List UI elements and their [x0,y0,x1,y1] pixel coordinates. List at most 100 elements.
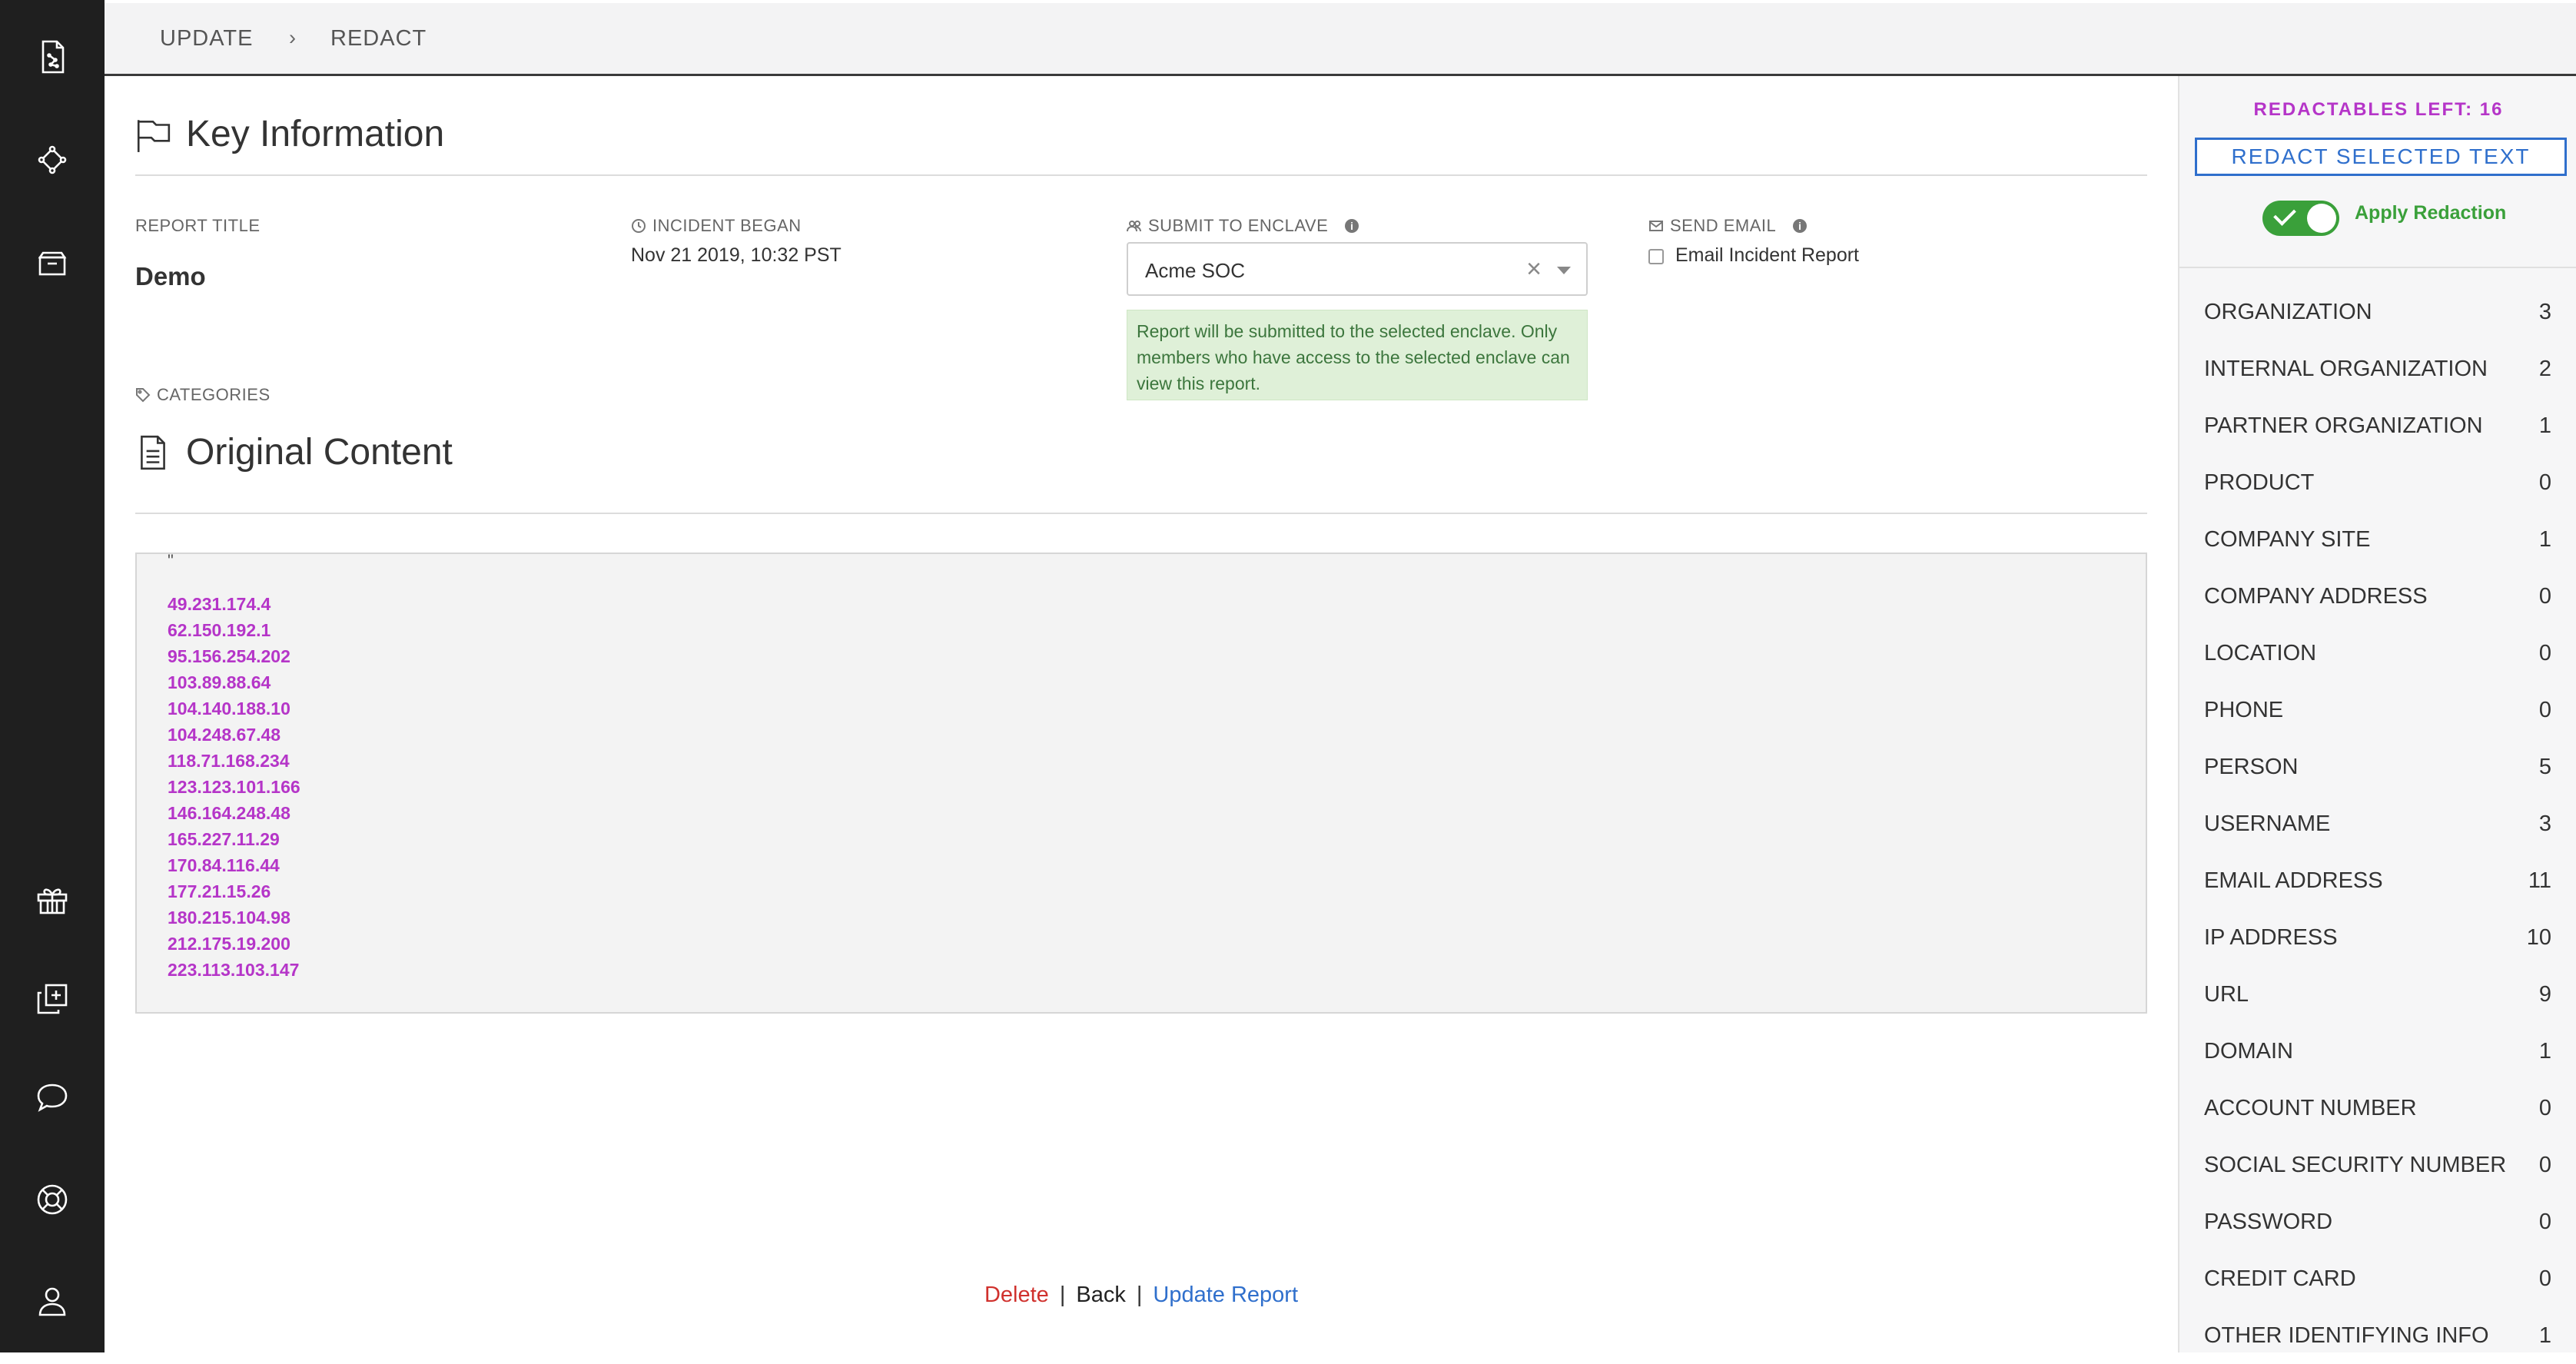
redactable-type-item[interactable]: SOCIAL SECURITY NUMBER 0 [2179,1137,2576,1193]
redactable-type-count: 11 [2528,868,2551,893]
lifebuoy-icon[interactable] [31,1178,74,1221]
divider [2179,267,2576,268]
redactable-type-item[interactable]: PRODUCT 0 [2179,454,2576,511]
ip-address-item[interactable]: 165.227.11.29 [168,826,300,852]
ip-address-item[interactable]: 49.231.174.4 [168,591,300,617]
redactable-type-item[interactable]: PERSON 5 [2179,738,2576,795]
redactable-type-item[interactable]: CREDIT CARD 0 [2179,1250,2576,1307]
separator: | [1059,1283,1066,1307]
delete-link[interactable]: Delete [984,1283,1049,1307]
redactable-type-count: 0 [2538,583,2551,609]
redactable-type-label: DOMAIN [2204,1038,2293,1064]
report-title-label-text: REPORT TITLE [135,216,261,235]
ip-address-item[interactable]: 118.71.168.234 [168,748,300,774]
redactable-type-label: IP ADDRESS [2204,924,2338,950]
redactable-type-item[interactable]: USERNAME 3 [2179,795,2576,852]
ip-address-item[interactable]: 180.215.104.98 [168,904,300,931]
redactable-type-item[interactable]: PHONE 0 [2179,682,2576,738]
categories-label-text: CATEGORIES [157,385,271,404]
redactable-type-count: 0 [2538,470,2551,495]
ip-address-item[interactable]: 104.140.188.10 [168,695,300,722]
redactables-left-count: REDACTABLES LEFT: 16 [2253,99,2504,120]
redactable-type-item[interactable]: ORGANIZATION 3 [2179,284,2576,340]
ip-address-item[interactable]: 103.89.88.64 [168,669,300,695]
redactable-type-item[interactable]: INTERNAL ORGANIZATION 2 [2179,340,2576,397]
redactable-type-item[interactable]: ACCOUNT NUMBER 0 [2179,1080,2576,1137]
redactable-type-item[interactable]: URL 9 [2179,966,2576,1023]
ip-address-item[interactable]: 95.156.254.202 [168,643,300,669]
redactable-type-label: PRODUCT [2204,470,2315,495]
ip-address-item[interactable]: 223.113.103.147 [168,957,300,983]
redactable-type-label: LOCATION [2204,640,2317,665]
redactable-type-label: COMPANY SITE [2204,526,2371,552]
update-report-link[interactable]: Update Report [1153,1283,1298,1307]
quote-mark: " [168,551,174,570]
redactable-type-item[interactable]: OTHER IDENTIFYING INFO 1 [2179,1307,2576,1364]
redactable-type-count: 10 [2526,924,2551,950]
back-link[interactable]: Back [1076,1283,1125,1307]
breadcrumb-redact[interactable]: REDACT [330,26,427,51]
breadcrumb-update[interactable]: UPDATE [160,26,253,51]
redactable-type-label: PERSON [2204,754,2299,779]
redactable-type-item[interactable]: PARTNER ORGANIZATION 1 [2179,397,2576,454]
redactable-types-list: ORGANIZATION 3 INTERNAL ORGANIZATION 2 PARTN… [2179,284,2576,1364]
info-icon[interactable]: i [1345,219,1359,233]
apply-redaction-toggle[interactable] [2262,201,2339,236]
redactable-type-item[interactable]: COMPANY ADDRESS 0 [2179,568,2576,625]
tags-icon [136,388,151,403]
apply-redaction-label: Apply Redaction [2355,202,2507,224]
ip-address-item[interactable]: 146.164.248.48 [168,800,300,826]
copy-icon[interactable] [31,977,74,1021]
ip-address-item[interactable]: 62.150.192.1 [168,617,300,643]
original-content-box[interactable]: " 49.231.174.4 62.150.192.1 95.156.254.202… [135,551,2147,1014]
redactable-type-item[interactable]: IP ADDRESS 10 [2179,909,2576,966]
redactable-type-count: 3 [2538,299,2551,324]
report-title-label: REPORT TITLE [135,216,261,236]
ip-address-item[interactable]: 104.248.67.48 [168,722,300,748]
redactable-type-item[interactable]: PASSWORD 0 [2179,1193,2576,1250]
key-information-title: Key Information [186,114,445,154]
redactable-type-count: 0 [2538,1095,2551,1120]
redactable-type-count: 9 [2538,981,2551,1007]
redactable-type-item[interactable]: DOMAIN 1 [2179,1023,2576,1080]
submit-enclave-label-text: SUBMIT TO ENCLAVE [1148,216,1329,235]
redactable-type-item[interactable]: EMAIL ADDRESS 11 [2179,852,2576,909]
chat-icon[interactable] [31,1076,74,1119]
redactable-type-count: 0 [2538,640,2551,665]
gift-icon[interactable] [31,878,74,921]
redactable-type-count: 0 [2538,1209,2551,1234]
reports-icon[interactable] [31,35,74,78]
redactable-type-label: ORGANIZATION [2204,299,2372,324]
ip-address-item[interactable]: 212.175.19.200 [168,931,300,957]
redactable-type-label: COMPANY ADDRESS [2204,583,2428,609]
redactable-type-count: 1 [2538,1323,2551,1348]
left-sidebar [0,0,105,1352]
graph-icon[interactable] [31,138,74,181]
redactable-type-count: 1 [2538,1038,2551,1064]
users-icon [1127,221,1141,232]
redact-selected-text-button[interactable]: REDACT SELECTED TEXT [2195,138,2567,176]
clear-icon[interactable]: × [1526,254,1542,284]
categories-label: CATEGORIES [135,385,271,405]
email-incident-report-checkbox[interactable] [1648,249,1664,264]
ip-address-item[interactable]: 170.84.116.44 [168,852,300,878]
chevron-down-icon[interactable] [1557,267,1571,274]
redactable-type-label: PARTNER ORGANIZATION [2204,413,2483,438]
archive-icon[interactable] [31,241,74,284]
redactable-type-item[interactable]: COMPANY SITE 1 [2179,511,2576,568]
info-icon[interactable]: i [1793,219,1808,233]
clock-icon [632,219,646,233]
check-icon [2273,203,2296,226]
redactable-type-item[interactable]: LOCATION 0 [2179,625,2576,682]
ip-address-item[interactable]: 177.21.15.26 [168,878,300,904]
redaction-panel: REDACTABLES LEFT: 16 REDACT SELECTED TEX… [2178,76,2576,1352]
email-incident-report-label[interactable]: Email Incident Report [1675,244,1859,267]
submit-enclave-label: SUBMIT TO ENCLAVE i [1127,216,1359,236]
user-icon[interactable] [31,1279,74,1323]
redactable-type-label: URL [2204,981,2249,1007]
main-content: Key Information REPORT TITLE Demo INCIDE… [105,76,2178,1352]
redactable-type-count: 0 [2538,697,2551,722]
ip-address-item[interactable]: 123.123.101.166 [168,774,300,800]
redactable-type-label: PHONE [2204,697,2284,722]
enclave-select[interactable]: Acme SOC × [1127,242,1588,296]
